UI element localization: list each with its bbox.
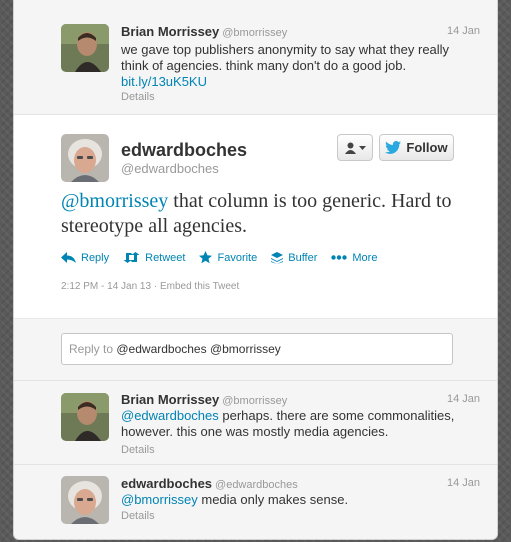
avatar-brian[interactable] [61, 24, 109, 72]
retweet-action[interactable]: Retweet [123, 251, 185, 264]
details-link[interactable]: Details [121, 444, 155, 456]
user-actions-button[interactable] [337, 134, 373, 161]
follow-label: Follow [406, 140, 448, 155]
reply-text: @bmorrissey media only makes sense. [121, 492, 349, 507]
focused-author-handle[interactable]: @edwardboches [121, 161, 219, 176]
reply-text: @edwardboches perhaps. there are some co… [121, 408, 455, 439]
reply-action[interactable]: Reply [61, 251, 109, 264]
reply-date[interactable]: 14 Jan [447, 477, 480, 489]
caret-down-icon [358, 145, 366, 150]
reply-date[interactable]: 14 Jan [447, 393, 480, 405]
reply-tweet-2[interactable]: edwardboches @edwardboches 14 Jan @bmorri… [14, 465, 497, 539]
avatar-edward[interactable] [61, 476, 109, 524]
mention-link[interactable]: @bmorrissey [121, 492, 198, 507]
focused-author-name[interactable]: edwardboches [121, 140, 247, 161]
tweet-author-handle[interactable]: @bmorrissey [222, 27, 287, 39]
avatar-brian[interactable] [61, 393, 109, 441]
reply-author-name[interactable]: Brian Morrissey @bmorrissey [121, 392, 287, 407]
tweet-actions: Reply Retweet Favorite Buffer More [61, 251, 377, 264]
avatar-edward[interactable] [61, 134, 109, 182]
buffer-icon [271, 251, 284, 264]
embed-tweet-link[interactable]: Embed this Tweet [160, 281, 239, 292]
reply-author-name[interactable]: edwardboches @edwardboches [121, 476, 298, 491]
reply-author-handle[interactable]: @bmorrissey [222, 395, 287, 407]
tweet-text: we gave top publishers anonymity to say … [121, 42, 450, 89]
focused-tweet: edwardboches @edwardboches Follow @bmorr… [14, 115, 497, 319]
focused-tweet-text: @bmorrissey that column is too generic. … [61, 190, 452, 237]
favorite-action[interactable]: Favorite [199, 251, 257, 264]
reply-area: Reply to @edwardboches @bmorrissey [14, 319, 497, 381]
reply-icon [61, 252, 76, 263]
user-icon [344, 142, 356, 154]
mention-link[interactable]: @edwardboches [121, 408, 219, 423]
buffer-action[interactable]: Buffer [271, 251, 317, 264]
more-action[interactable]: More [331, 251, 377, 264]
reply-input[interactable]: Reply to @edwardboches @bmorrissey [61, 333, 453, 365]
more-dots-icon [331, 255, 348, 260]
twitter-bird-icon [385, 141, 402, 154]
star-icon [199, 251, 213, 264]
tweet-timestamp[interactable]: 2:12 PM - 14 Jan 13 [61, 281, 151, 292]
tweet-date[interactable]: 14 Jan [447, 25, 480, 37]
tweet-thread-card: Brian Morrissey @bmorrissey 14 Jan we gav… [13, 0, 498, 540]
tweet-meta: 2:12 PM - 14 Jan 13 · Embed this Tweet [61, 281, 240, 292]
tweet-prev[interactable]: Brian Morrissey @bmorrissey 14 Jan we gav… [14, 0, 497, 115]
retweet-icon [123, 252, 140, 263]
details-link[interactable]: Details [121, 510, 155, 522]
details-link[interactable]: Details [121, 91, 155, 103]
follow-button[interactable]: Follow [379, 134, 454, 161]
reply-tweet-1[interactable]: Brian Morrissey @bmorrissey 14 Jan @edwar… [14, 381, 497, 465]
mention-link[interactable]: @bmorrissey [61, 190, 168, 212]
tweet-author-name[interactable]: Brian Morrissey @bmorrissey [121, 24, 287, 39]
tweet-link[interactable]: bit.ly/13uK5KU [121, 74, 207, 89]
reply-author-handle[interactable]: @edwardboches [215, 479, 298, 491]
